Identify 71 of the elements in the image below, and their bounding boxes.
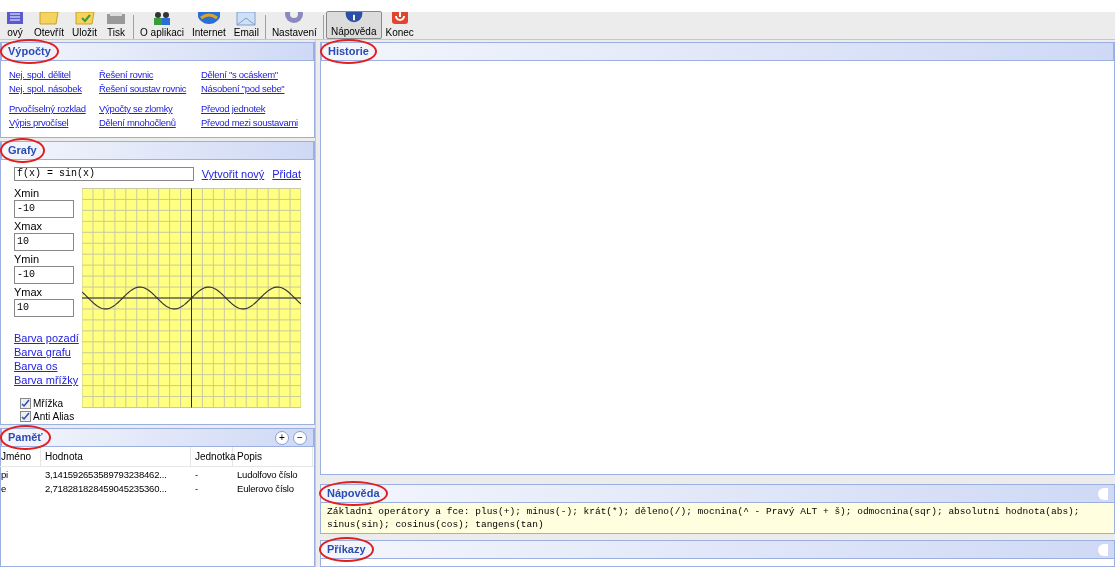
table-cell-text: 3,141592653589793238462... (44, 468, 168, 481)
highlight-ellipse (320, 39, 377, 64)
checkbox[interactable] (20, 398, 31, 409)
envelope-icon (235, 12, 258, 26)
toolbar-button[interactable]: Tisk (101, 11, 132, 39)
table-cell-text: 2,718281828459045235360... (44, 482, 168, 495)
calculation-link[interactable]: Dělení "s ocáskem" (201, 68, 278, 82)
panel-title: Grafy (8, 144, 37, 157)
toolbar-button[interactable]: Konec (381, 11, 418, 39)
toolbar-button[interactable]: Nastavení (267, 11, 321, 39)
graph-link[interactable]: Vytvořit nový (201, 167, 265, 181)
printer-icon (105, 12, 128, 26)
add-button[interactable]: + (275, 430, 289, 445)
input-field[interactable]: 10 (14, 299, 74, 317)
checkbox[interactable] (20, 411, 31, 422)
field-label: Xmax (14, 219, 44, 233)
table-cell-text: Ludolfovo číslo (236, 468, 299, 481)
input-field[interactable]: 10 (14, 233, 74, 251)
checkbox-label: Mřížka (33, 397, 63, 410)
calculation-link[interactable]: Řešení rovnic (99, 68, 154, 82)
calculation-link[interactable]: Převod jednotek (201, 102, 266, 116)
calculation-link[interactable]: Výpis prvočísel (9, 116, 69, 130)
calculation-link[interactable]: Řešení soustav rovnic (99, 82, 187, 96)
table-cell-text: e (0, 482, 8, 495)
graph-link[interactable]: Přidat (272, 167, 301, 181)
toolbar-button[interactable]: Internet (187, 11, 230, 39)
folder-check-icon (73, 12, 96, 26)
toolbar-button[interactable]: Uložit (68, 11, 102, 39)
calculation-link[interactable]: Převod mezi soustavami (201, 116, 298, 130)
highlight-ellipse (0, 39, 59, 64)
column-header[interactable]: Hodnota (41, 446, 191, 467)
calculation-link[interactable]: Prvočíselný rozklad (9, 102, 86, 116)
panel-title: Příkazy (327, 543, 366, 556)
panel-title: Nápověda (327, 487, 380, 500)
color-link[interactable]: Barva os (14, 359, 76, 373)
table-cell-text: pi (0, 468, 9, 481)
toolbar-button[interactable]: Otevřít (30, 11, 68, 39)
table-cell-text: Eulerovo číslo (236, 482, 295, 495)
color-link[interactable]: Barva mřížky (14, 373, 76, 387)
highlight-ellipse (0, 138, 45, 163)
column-header[interactable]: Jméno (0, 446, 41, 467)
calculation-link[interactable]: Násobení "pod sebe" (201, 82, 285, 96)
document-icon (4, 12, 26, 26)
toolbar-button[interactable]: ový (0, 11, 30, 39)
field-label: Xmin (14, 186, 41, 200)
help-text: Základní operátory a fce: plus(+); minus(-); krát(*); děleno(/); mocnina(^ - Pravý ALT + š); odmocnina(sqr); absolutní hodnota(abs); sinus(sin); cosinus(cos); tangens(tan) (320, 503, 1115, 534)
panel-title: Výpočty (8, 45, 51, 58)
calculation-link[interactable]: Výpočty se zlomky (99, 102, 173, 116)
calculation-link[interactable]: Nej. spol. dělitel (9, 68, 71, 82)
calculation-link[interactable]: Dělení mnohočlenů (99, 116, 176, 130)
checkbox-label: Anti Alias (33, 410, 75, 423)
toolbar-button[interactable]: Nápověda (325, 11, 382, 39)
input-field[interactable]: -10 (14, 200, 74, 218)
toolbar-button[interactable]: Email (229, 11, 263, 39)
input-field[interactable]: -10 (14, 266, 74, 284)
remove-button[interactable]: − (293, 430, 307, 445)
panel-title: Historie (328, 45, 369, 58)
table-cell-text: - (194, 482, 199, 495)
panel-title: Paměť (8, 431, 43, 444)
color-link[interactable]: Barva grafu (14, 345, 76, 359)
field-label: Ymin (14, 252, 41, 266)
function-field[interactable]: f(x) = sin(x) (14, 167, 194, 181)
calculation-link[interactable]: Nej. spol. násobek (9, 82, 82, 96)
folder-icon (38, 12, 60, 26)
toolbar-button[interactable]: O aplikaci (136, 11, 188, 39)
highlight-ellipse (0, 425, 51, 450)
globe-icon (197, 12, 220, 26)
table-cell-text: - (194, 468, 199, 481)
people-icon (151, 12, 173, 26)
field-label: Ymax (14, 285, 44, 299)
command-input[interactable] (320, 559, 1115, 567)
